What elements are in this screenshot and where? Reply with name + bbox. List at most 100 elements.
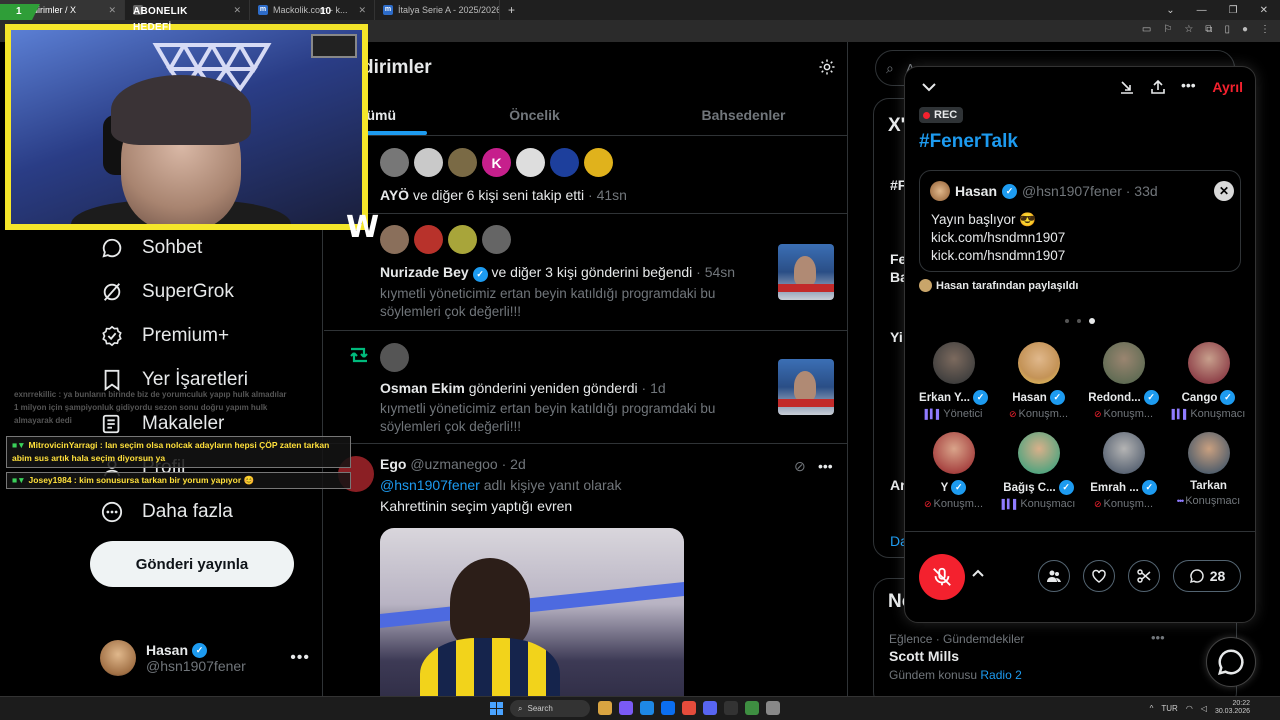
nav-item-premium[interactable]: Premium+ (100, 324, 229, 348)
store-icon[interactable] (661, 701, 675, 715)
post-author-name[interactable]: Ego (380, 456, 406, 472)
reply-post[interactable]: Ego @uzmanegoo · 2d ⊘ ••• @hsn1907fener … (324, 446, 847, 696)
post-video[interactable] (380, 528, 684, 696)
avatar[interactable] (550, 148, 579, 177)
avatar[interactable] (380, 343, 409, 372)
avatar[interactable] (414, 225, 443, 254)
notif-user-name[interactable]: Osman Ekim (380, 380, 465, 396)
windows-start-icon[interactable] (490, 702, 503, 715)
obs-icon[interactable] (724, 701, 738, 715)
post-button[interactable]: Gönderi yayınla (90, 541, 294, 587)
chevron-down-icon[interactable] (921, 79, 937, 98)
participants-button[interactable] (1038, 560, 1070, 592)
minimize-icon[interactable]: — (1197, 5, 1207, 16)
comments-button[interactable]: 28 (1173, 560, 1241, 592)
cast-icon[interactable]: ▭ (1142, 24, 1151, 35)
browser-tab[interactable]: mİtalya Serie A - 2025/2026 - Pu...✕ (375, 0, 500, 20)
close-tab-icon[interactable]: ✕ (358, 5, 366, 16)
tab-mentions[interactable]: Bahsedenler (639, 94, 847, 135)
notif-user-name[interactable]: Nurizade Bey (380, 264, 469, 280)
avatar[interactable] (380, 148, 409, 177)
taskbar-search-input[interactable]: ⌕ Search (510, 700, 590, 717)
discord-icon[interactable] (703, 701, 717, 715)
more-options-icon[interactable]: ••• (1151, 630, 1165, 645)
pagination-dots (1065, 318, 1095, 324)
avatar (930, 181, 950, 201)
like-notification[interactable]: Nurizade Bey ✓ ve diğer 3 kişi gönderini… (324, 214, 847, 331)
kick-link[interactable]: kick.com/hsndmn1907 (931, 247, 1065, 265)
volume-icon[interactable]: ◁ (1201, 704, 1207, 713)
avatar[interactable] (584, 148, 613, 177)
kick-link[interactable]: kick.com/hsndmn1907 (931, 229, 1065, 247)
nav-item-chat[interactable]: Sohbet (100, 236, 202, 260)
close-tab-icon[interactable]: ✕ (233, 5, 241, 16)
menu-icon[interactable]: ⋮ (1260, 24, 1270, 35)
account-switcher[interactable]: Hasan ✓ @hsn1907fener ••• (100, 638, 310, 678)
nav-item-more[interactable]: Daha fazla (100, 500, 233, 524)
close-tab-icon[interactable]: ✕ (108, 5, 116, 16)
participant[interactable]: Redond... ✓ ⊘ Konuşm... (1081, 342, 1166, 420)
translate-icon[interactable]: ⚐ (1163, 24, 1172, 35)
wifi-icon[interactable]: ◠ (1186, 704, 1193, 713)
participant[interactable]: Bağış C... ✓ ▌▍▌ Konuşmacı (996, 432, 1081, 510)
avatar[interactable] (380, 225, 409, 254)
participant[interactable]: Cango ✓ ▌▍▌ Konuşmacı (1166, 342, 1251, 420)
app-icon[interactable] (745, 701, 759, 715)
repost-notification[interactable]: Osman Ekim gönderini yeniden gönderdi · … (324, 331, 847, 444)
messages-fab-button[interactable] (1206, 637, 1256, 687)
post-thumbnail[interactable] (778, 359, 834, 415)
avatar[interactable] (482, 225, 511, 254)
share-icon[interactable] (1150, 79, 1166, 100)
notif-user-name[interactable]: AYÖ (380, 187, 409, 203)
grok-icon (100, 280, 124, 304)
pinned-post[interactable]: Hasan ✓ @hsn1907fener · 33d ✕ Yayın başl… (919, 170, 1241, 272)
participant[interactable]: Erkan Y... ✓ ▌▍▌ Yönetici (911, 342, 996, 420)
avatar[interactable] (448, 225, 477, 254)
participant[interactable]: Emrah ... ✓ ⊘ Konuşm... (1081, 432, 1166, 510)
react-button[interactable] (1083, 560, 1115, 592)
post-thumbnail[interactable] (778, 244, 834, 300)
extensions-icon[interactable]: ⧉ (1205, 24, 1212, 35)
more-options-icon[interactable]: ••• (1181, 77, 1196, 93)
minimize-window-icon[interactable] (1119, 79, 1135, 100)
copilot-icon[interactable] (619, 701, 633, 715)
close-icon[interactable]: ✕ (1214, 181, 1234, 201)
mic-toggle-button[interactable] (919, 554, 965, 600)
more-options-icon[interactable]: ••• (818, 458, 833, 474)
chevron-up-icon[interactable]: ^ (1150, 704, 1154, 713)
nav-item-supergrok[interactable]: SuperGrok (100, 280, 234, 304)
profile-icon[interactable]: ● (1242, 24, 1248, 35)
grok-icon[interactable]: ⊘ (794, 458, 806, 475)
participant[interactable]: Y ✓ ⊘ Konuşm... (911, 432, 996, 510)
chevron-up-icon[interactable] (971, 566, 985, 585)
settings-gear-icon[interactable] (818, 58, 836, 76)
close-icon[interactable]: ✕ (1260, 5, 1268, 16)
language-indicator[interactable]: TUR (1161, 704, 1177, 713)
follow-notification[interactable]: K AYÖ ve diğer 6 kişi seni takip etti · … (324, 136, 847, 214)
leave-space-button[interactable]: Ayrıl (1212, 79, 1243, 95)
chevron-down-icon[interactable]: ⌄ (1166, 5, 1174, 16)
avatar[interactable] (516, 148, 545, 177)
avatar[interactable]: K (482, 148, 511, 177)
browser-tab[interactable]: m Mackolik.com - k... ✕ (250, 0, 375, 20)
chrome-icon[interactable] (682, 701, 696, 715)
clock[interactable]: 20:22 30.03.2026 (1215, 700, 1250, 716)
more-options-icon[interactable]: ••• (290, 649, 310, 667)
trend-name[interactable]: Scott Mills (889, 648, 959, 664)
new-tab-button[interactable]: + (500, 3, 523, 17)
app-icon[interactable] (766, 701, 780, 715)
avatar[interactable] (414, 148, 443, 177)
star-icon[interactable]: ☆ (1184, 24, 1193, 35)
file-explorer-icon[interactable] (598, 701, 612, 715)
edge-icon[interactable] (640, 701, 654, 715)
clip-button[interactable] (1128, 560, 1160, 592)
tab-priority[interactable]: Öncelik (430, 94, 639, 135)
sidepanel-icon[interactable]: ▯ (1224, 24, 1230, 35)
reply-mention-link[interactable]: @hsn1907fener (380, 477, 480, 493)
participant[interactable]: Hasan ✓ ⊘ Konuşm... (996, 342, 1081, 420)
maximize-icon[interactable]: ❐ (1229, 5, 1238, 16)
chat-message: ■▼ Josey1984 : kim sonusursa tarkan bir y… (6, 472, 351, 489)
trend-link[interactable]: Radio 2 (980, 668, 1021, 682)
avatar[interactable] (448, 148, 477, 177)
participant[interactable]: Tarkan ••• Konuşmacı (1166, 432, 1251, 510)
